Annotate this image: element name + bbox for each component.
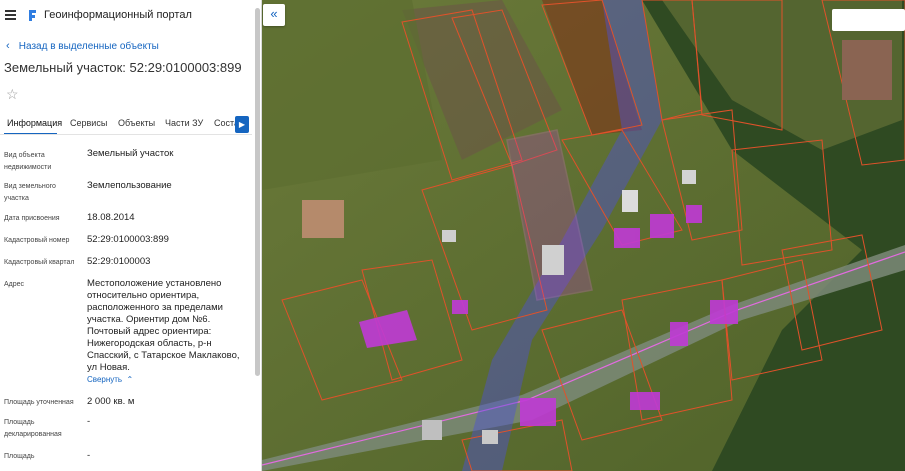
info-label: Кадастровый квартал (4, 259, 75, 266)
back-to-selection-link[interactable]: ‹ Назад в выделенные объекты (6, 40, 159, 52)
active-tab-indicator (4, 133, 57, 134)
info-label: Площадь уточненная (4, 399, 74, 406)
info-label: Адрес (4, 281, 25, 288)
roof (482, 430, 498, 444)
info-label: Площадь декларированная (4, 419, 62, 438)
info-value: Земельный участок (87, 148, 174, 159)
info-label: Дата присвоения (4, 215, 60, 222)
info-value: 18.08.2014 (87, 212, 135, 223)
info-value: - (87, 416, 91, 427)
roof (442, 230, 456, 242)
tab-services[interactable]: Сервисы (70, 118, 107, 128)
collapse-label: Свернуть (87, 375, 123, 384)
roof (622, 190, 638, 212)
roof (682, 170, 696, 184)
chevron-up-icon: ⌃ (124, 375, 134, 384)
address-value: Местоположение установлено относительно … (87, 278, 240, 373)
info-value: - (87, 450, 91, 461)
info-label: Вид земельного участка (4, 183, 56, 202)
info-value: 2 000 кв. м (87, 396, 135, 407)
back-link-label: Назад в выделенные объекты (18, 41, 159, 52)
collapse-address-link[interactable]: Свернуть ⌃ (87, 375, 133, 384)
tab-bar: Информация Сервисы Объекты Части ЗУ Сост… (0, 113, 252, 135)
satellite-map[interactable] (262, 0, 905, 471)
hamburger-icon[interactable] (5, 10, 16, 20)
page-title: Земельный участок: 52:29:0100003:899 (4, 60, 242, 75)
info-value: Землепользование (87, 180, 172, 191)
info-label: Вид объекта недвижимости (4, 152, 52, 171)
roof (422, 420, 442, 440)
tab-information[interactable]: Информация (7, 118, 62, 128)
tab-objects[interactable]: Объекты (118, 118, 155, 128)
app-title: Геоинформационный портал (44, 9, 192, 21)
map-canvas[interactable] (262, 0, 905, 471)
info-label: Площадь (4, 453, 35, 460)
double-chevron-left-icon[interactable]: « (263, 4, 285, 26)
map-search-input[interactable] (832, 9, 905, 31)
roof (842, 40, 892, 100)
roof (302, 200, 344, 238)
info-panel: Геоинформационный портал ‹ Назад в выдел… (0, 0, 262, 471)
star-icon[interactable]: ☆ (6, 86, 19, 103)
info-value: 52:29:0100003 (87, 256, 151, 267)
top-bar: Геоинформационный портал (0, 0, 261, 32)
portal-logo-icon (29, 10, 36, 21)
tabs-scroll-right-icon[interactable]: ▶ (235, 116, 249, 133)
tab-parcel-parts[interactable]: Части ЗУ (165, 118, 203, 128)
panel-scrollbar[interactable] (255, 8, 260, 376)
chevron-left-icon: ‹ (6, 40, 10, 52)
info-value: 52:29:0100003:899 (87, 234, 169, 245)
roof (542, 245, 564, 275)
field-area (262, 0, 442, 190)
info-label: Кадастровый номер (4, 237, 70, 244)
